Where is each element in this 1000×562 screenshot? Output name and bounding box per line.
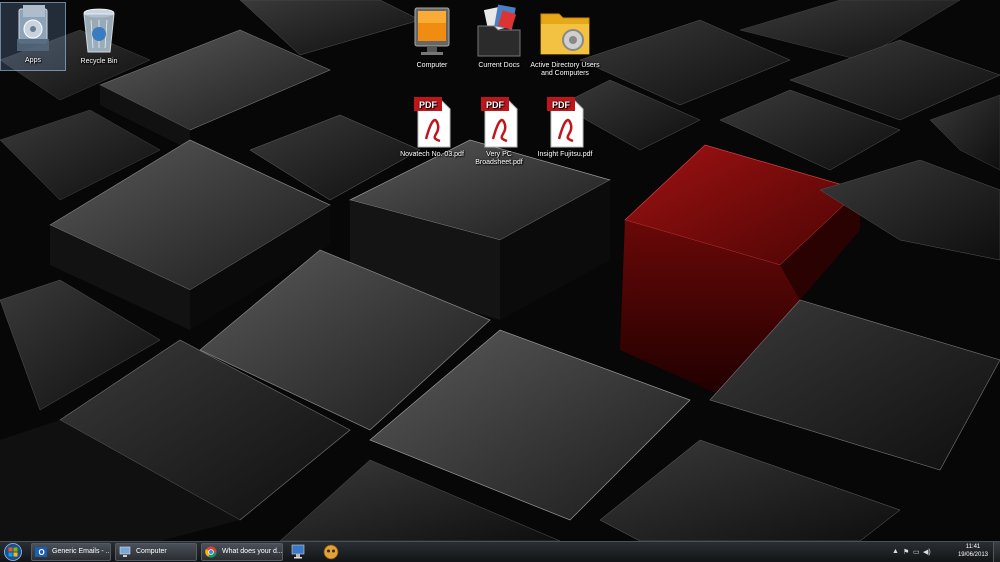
desktop-icon-recycle-bin[interactable]: Recycle Bin (64, 4, 134, 66)
active-directory-gear-icon (540, 13, 590, 55)
desktop-icon-label: Recycle Bin (80, 58, 118, 65)
remote-desktop-icon[interactable] (290, 544, 308, 560)
apps-folder-icon (17, 5, 49, 51)
desktop-icon-active-directory[interactable]: Active Directory Users and Computers (530, 4, 600, 78)
app-pinned-icon[interactable] (322, 544, 340, 560)
desktop-icon-pdf-verypc[interactable]: PDF Very PC Broadsheet.pdf (464, 95, 534, 167)
clock-time: 11:41 (965, 544, 981, 550)
svg-text:PDF: PDF (486, 100, 505, 110)
desktop-icon-label: Current Docs (478, 62, 520, 69)
desktop-icon-label: Active Directory Users and Computers (530, 62, 600, 77)
taskbar-button-outlook[interactable]: O Generic Emails - ... (31, 543, 111, 561)
desktop-icon-current-docs[interactable]: Current Docs (464, 4, 534, 70)
desktop-icon-pdf-insight[interactable]: PDF Insight Fujitsu.pdf (530, 95, 600, 159)
network-icon[interactable]: ▭ (913, 548, 920, 556)
desktop-wallpaper (0, 0, 1000, 541)
taskbar: O Generic Emails - ... Computer What doe… (0, 541, 1000, 562)
desktop-icon-label: Novatech No. 03.pdf (400, 151, 464, 158)
system-tray: ▲ ⚑ ▭ ◀) 11:41 19/06/2013 (890, 542, 1000, 562)
svg-text:PDF: PDF (552, 100, 571, 110)
desktop-icon-label: Very PC Broadsheet.pdf (475, 151, 523, 166)
clock[interactable]: 11:41 19/06/2013 (958, 543, 988, 559)
desktop-icon-label: Insight Fujitsu.pdf (537, 151, 593, 158)
desktop-icon-pdf-novatech[interactable]: PDF Novatech No. 03.pdf (397, 95, 467, 159)
computer-monitor-icon (414, 7, 450, 55)
svg-text:PDF: PDF (419, 100, 438, 110)
volume-icon[interactable]: ◀) (923, 548, 931, 556)
pdf-icon: PDF (547, 97, 584, 148)
action-center-flag-icon[interactable]: ⚑ (903, 548, 909, 556)
show-desktop-button[interactable] (993, 542, 1000, 562)
taskbar-button-label: What does your d... (222, 548, 283, 555)
start-button[interactable] (3, 543, 23, 561)
svg-text:O: O (39, 548, 45, 557)
recycle-bin-icon (83, 8, 115, 53)
desktop-icon-computer[interactable]: Computer (397, 4, 467, 70)
desktop-icon-label: Computer (416, 62, 448, 69)
pdf-icon: PDF (481, 97, 518, 148)
taskbar-button-label: Generic Emails - ... (52, 548, 111, 555)
desktop-icon-label: Apps (25, 57, 41, 64)
desktop-icon-apps[interactable]: Apps (0, 2, 66, 71)
outlook-icon: O (35, 547, 47, 557)
documents-folder-icon (477, 4, 521, 57)
taskbar-button-chrome[interactable]: What does your d... (201, 543, 283, 561)
clock-date: 19/06/2013 (957, 552, 988, 558)
pdf-icon: PDF (414, 97, 451, 148)
computer-icon (119, 546, 131, 557)
taskbar-button-computer[interactable]: Computer (115, 543, 197, 561)
show-hidden-icons-icon[interactable]: ▲ (892, 548, 899, 555)
chrome-icon (205, 546, 217, 558)
taskbar-button-label: Computer (136, 548, 167, 555)
